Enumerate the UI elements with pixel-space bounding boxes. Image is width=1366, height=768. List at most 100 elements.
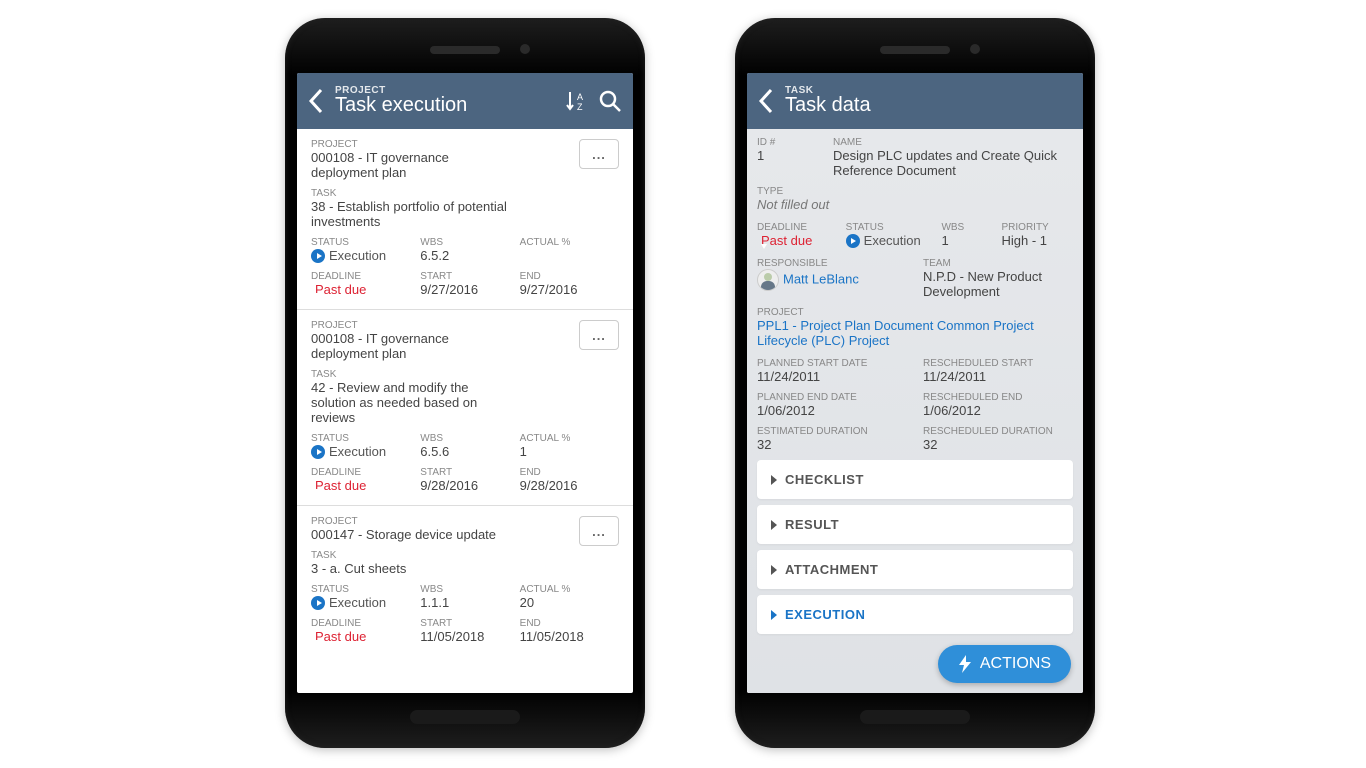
- svg-text:A: A: [577, 92, 583, 102]
- value-task: 42 - Review and modify the solution as n…: [311, 380, 511, 425]
- phone-left: PROJECT Task execution AZ ... PROJECT 00…: [285, 18, 645, 748]
- accordion-attachment[interactable]: ATTACHMENT: [757, 550, 1073, 589]
- value-deadline: Past due: [311, 478, 420, 493]
- value-start: 9/27/2016: [420, 282, 519, 297]
- value-project: 000108 - IT governance deployment plan: [311, 331, 511, 361]
- value-id: 1: [757, 148, 817, 163]
- chevron-right-icon: [771, 475, 777, 485]
- header-text: PROJECT Task execution: [335, 85, 555, 117]
- chevron-right-icon: [771, 520, 777, 530]
- play-icon: [311, 596, 325, 610]
- label-rstart: RESCHEDULED START: [923, 358, 1073, 369]
- earpiece: [430, 46, 500, 54]
- label-team: TEAM: [923, 258, 1073, 269]
- value-end: 9/27/2016: [520, 282, 619, 297]
- search-icon[interactable]: [597, 88, 623, 114]
- label-project: PROJECT: [311, 139, 619, 150]
- label-name: NAME: [833, 137, 1073, 148]
- back-button[interactable]: [757, 86, 777, 116]
- sort-az-icon[interactable]: AZ: [563, 88, 589, 114]
- value-task: 3 - a. Cut sheets: [311, 561, 511, 576]
- home-bar: [410, 710, 520, 724]
- value-pend: 1/06/2012: [757, 403, 907, 418]
- label-wbs: WBS: [420, 237, 519, 248]
- value-deadline: Past due: [757, 233, 836, 248]
- value-wbs: 1: [941, 233, 991, 248]
- header-title: Task execution: [335, 94, 555, 117]
- header-left: PROJECT Task execution AZ: [297, 73, 633, 129]
- header-title: Task data: [785, 94, 1073, 117]
- value-status: Execution: [311, 595, 420, 610]
- value-wbs: 1.1.1: [420, 595, 519, 610]
- more-button[interactable]: ...: [579, 516, 619, 546]
- header-overline: PROJECT: [335, 85, 555, 96]
- label-task: TASK: [311, 550, 619, 561]
- more-button[interactable]: ...: [579, 320, 619, 350]
- value-detail-project[interactable]: PPL1 - Project Plan Document Common Proj…: [757, 318, 1073, 348]
- label-rdur: RESCHEDULED DURATION: [923, 426, 1073, 437]
- label-deadline: DEADLINE: [311, 271, 420, 282]
- accordion-result[interactable]: RESULT: [757, 505, 1073, 544]
- value-responsible[interactable]: Matt LeBlanc: [757, 269, 907, 291]
- value-rdur: 32: [923, 437, 1073, 452]
- label-deadline: DEADLINE: [757, 222, 836, 233]
- label-end: END: [520, 618, 619, 629]
- value-wbs: 6.5.2: [420, 248, 519, 263]
- earpiece: [880, 46, 950, 54]
- avatar: [757, 269, 779, 291]
- value-deadline: Past due: [311, 629, 420, 644]
- label-detail-project: PROJECT: [757, 307, 1073, 318]
- label-start: START: [420, 618, 519, 629]
- label-project: PROJECT: [311, 516, 619, 527]
- accordion-checklist[interactable]: CHECKLIST: [757, 460, 1073, 499]
- bolt-icon: [958, 655, 972, 673]
- label-task: TASK: [311, 188, 619, 199]
- value-end: 11/05/2018: [520, 629, 619, 644]
- label-deadline: DEADLINE: [311, 467, 420, 478]
- task-detail: ID # 1 NAME Design PLC updates and Creat…: [747, 129, 1083, 693]
- value-status: Execution: [311, 444, 420, 459]
- label-type: TYPE: [757, 186, 1073, 197]
- label-rend: RESCHEDULED END: [923, 392, 1073, 403]
- play-icon: [311, 249, 325, 263]
- value-team: N.P.D - New Product Development: [923, 269, 1073, 299]
- value-type: Not filled out: [757, 197, 1073, 212]
- label-actual: ACTUAL %: [520, 237, 619, 248]
- actions-button[interactable]: ACTIONS: [938, 645, 1071, 683]
- label-end: END: [520, 467, 619, 478]
- more-button[interactable]: ...: [579, 139, 619, 169]
- value-task: 38 - Establish portfolio of potential in…: [311, 199, 511, 229]
- chevron-right-icon: [771, 565, 777, 575]
- label-task: TASK: [311, 369, 619, 380]
- camera-dot: [520, 44, 530, 54]
- header-text: TASK Task data: [785, 85, 1073, 117]
- label-project: PROJECT: [311, 320, 619, 331]
- label-id: ID #: [757, 137, 817, 148]
- play-icon: [846, 234, 860, 248]
- label-edur: ESTIMATED DURATION: [757, 426, 907, 437]
- label-responsible: RESPONSIBLE: [757, 258, 907, 269]
- label-wbs: WBS: [420, 433, 519, 444]
- label-status: STATUS: [311, 584, 420, 595]
- header-overline: TASK: [785, 85, 1073, 96]
- label-actual: ACTUAL %: [520, 433, 619, 444]
- accordion-execution[interactable]: EXECUTION: [757, 595, 1073, 634]
- value-status: Execution: [311, 248, 420, 263]
- task-list[interactable]: ... PROJECT 000108 - IT governance deplo…: [297, 129, 633, 656]
- task-card[interactable]: ... PROJECT 000108 - IT governance deplo…: [297, 310, 633, 506]
- value-priority: High - 1: [1002, 233, 1074, 248]
- camera-dot: [970, 44, 980, 54]
- value-wbs: 6.5.6: [420, 444, 519, 459]
- task-card[interactable]: ... PROJECT 000108 - IT governance deplo…: [297, 129, 633, 310]
- value-actual: 1: [520, 444, 619, 459]
- svg-text:Z: Z: [577, 102, 583, 112]
- label-status: STATUS: [846, 222, 932, 233]
- label-actual: ACTUAL %: [520, 584, 619, 595]
- value-edur: 32: [757, 437, 907, 452]
- task-card[interactable]: ... PROJECT 000147 - Storage device upda…: [297, 506, 633, 656]
- back-button[interactable]: [307, 86, 327, 116]
- value-end: 9/28/2016: [520, 478, 619, 493]
- label-start: START: [420, 467, 519, 478]
- screen-left: PROJECT Task execution AZ ... PROJECT 00…: [297, 73, 633, 693]
- chevron-right-icon: [771, 610, 777, 620]
